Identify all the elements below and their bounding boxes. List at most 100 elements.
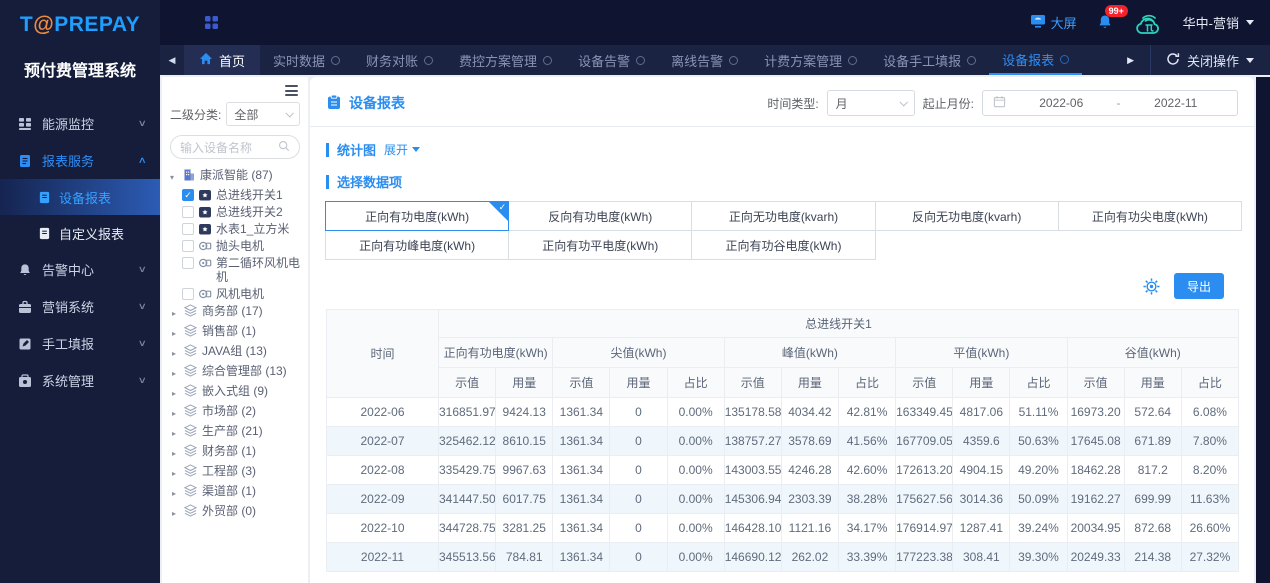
tree-dept-1[interactable]: ▸ 销售部 (1) bbox=[172, 324, 300, 341]
user-name: 华中-营销 bbox=[1182, 16, 1239, 31]
tab-6[interactable]: 设备手工填报 bbox=[870, 45, 989, 75]
data-item-btn-3[interactable]: 反向无功电度(kvarh) bbox=[874, 201, 1059, 231]
device-checkbox[interactable] bbox=[182, 223, 194, 235]
tab-3[interactable]: 设备告警 bbox=[565, 45, 658, 75]
tab-5[interactable]: 计费方案管理 bbox=[751, 45, 870, 75]
tree-device-1[interactable]: 总进线开关2 bbox=[182, 205, 300, 219]
device-search-input[interactable]: 输入设备名称 bbox=[170, 135, 300, 159]
tab-2[interactable]: 费控方案管理 bbox=[446, 45, 565, 75]
tab-1[interactable]: 财务对账 bbox=[353, 45, 446, 75]
chevron-down-icon bbox=[1246, 20, 1254, 25]
chart-section-title: 统计图 bbox=[337, 143, 377, 158]
tab-close-icon[interactable] bbox=[543, 55, 553, 65]
tab-close-icon[interactable] bbox=[848, 55, 858, 65]
device-checkbox[interactable] bbox=[182, 206, 194, 218]
big-screen-button[interactable]: 大屏 bbox=[1030, 13, 1077, 32]
tab-close-icon[interactable] bbox=[1060, 54, 1070, 64]
tab-4[interactable]: 离线告警 bbox=[658, 45, 751, 75]
layers-icon bbox=[184, 304, 198, 318]
tree-collapse-icon[interactable]: ▸ bbox=[172, 407, 180, 421]
collapse-panel-icon[interactable] bbox=[285, 85, 298, 96]
time-type-select[interactable]: 月 bbox=[826, 90, 915, 116]
table-cell: 872.68 bbox=[1123, 513, 1182, 543]
tree-collapse-icon[interactable]: ▸ bbox=[172, 507, 180, 521]
tabs-scroll-right-icon[interactable]: ▶ bbox=[1111, 45, 1150, 75]
tab-close-icon[interactable] bbox=[636, 55, 646, 65]
cloud-signal-icon[interactable] bbox=[1133, 10, 1163, 36]
tab-close-icon[interactable] bbox=[967, 55, 977, 65]
notification-bell-icon[interactable]: 99+ bbox=[1097, 5, 1128, 31]
tree-dept-3[interactable]: ▸ 综合管理部 (13) bbox=[172, 364, 300, 381]
user-menu[interactable]: 华中-营销 bbox=[1183, 13, 1254, 32]
tree-dept-9[interactable]: ▸ 渠道部 (1) bbox=[172, 484, 300, 501]
tree-collapse-icon[interactable]: ▸ bbox=[172, 447, 180, 461]
sidebar-item-4[interactable]: 手工填报 ∨ bbox=[0, 325, 160, 362]
device-checkbox[interactable]: ✓ bbox=[182, 189, 194, 201]
layers-icon bbox=[184, 324, 198, 338]
tree-device-2[interactable]: 水表1_立方米 bbox=[182, 222, 300, 236]
table-cell: 163349.45 bbox=[895, 397, 954, 427]
tree-collapse-icon[interactable]: ▸ bbox=[172, 427, 180, 441]
data-item-btn-5[interactable]: 正向有功峰电度(kWh) bbox=[325, 230, 510, 260]
tab-home[interactable]: 首页 bbox=[184, 45, 261, 75]
meter-icon bbox=[198, 188, 212, 202]
table-settings-gear-icon[interactable] bbox=[1143, 277, 1160, 295]
tree-collapse-icon[interactable]: ▸ bbox=[172, 387, 180, 401]
report-panel: 设备报表 时间类型: 月 起止月份: 2022-06 - 2022-11 统计图… bbox=[310, 77, 1254, 583]
sidebar-item-1[interactable]: 报表服务 ∧ bbox=[0, 142, 160, 179]
tab-close-icon[interactable] bbox=[729, 55, 739, 65]
data-item-btn-1[interactable]: 反向有功电度(kWh) bbox=[508, 201, 693, 231]
tab-0[interactable]: 实时数据 bbox=[260, 45, 353, 75]
tree-root[interactable]: ▾ 康派智能 (87) bbox=[170, 168, 300, 185]
sidebar-item-5[interactable]: 系统管理 ∨ bbox=[0, 362, 160, 399]
tree-collapse-icon[interactable]: ▸ bbox=[172, 487, 180, 501]
tab-7[interactable]: 设备报表 bbox=[989, 45, 1083, 75]
tree-collapse-icon[interactable]: ▸ bbox=[172, 467, 180, 481]
tree-device-5[interactable]: 风机电机 bbox=[182, 287, 300, 301]
tree-dept-2[interactable]: ▸ JAVA组 (13) bbox=[172, 344, 300, 361]
category-label: 二级分类: bbox=[170, 107, 222, 122]
data-item-btn-7[interactable]: 正向有功谷电度(kWh) bbox=[691, 230, 876, 260]
data-item-btn-4[interactable]: 正向有功尖电度(kWh) bbox=[1057, 201, 1242, 231]
tab-close-icon[interactable] bbox=[331, 55, 341, 65]
tree-device-0[interactable]: ✓ 总进线开关1 bbox=[182, 188, 300, 202]
tabs-scroll-left-icon[interactable]: ◀ bbox=[160, 45, 184, 75]
data-item-btn-0[interactable]: 正向有功电度(kWh) ✓ bbox=[325, 201, 510, 231]
close-operations-button[interactable]: 关闭操作 bbox=[1149, 45, 1270, 75]
device-checkbox[interactable] bbox=[182, 288, 194, 300]
sidebar-subitem-1-0[interactable]: 设备报表 bbox=[0, 179, 160, 215]
tree-collapse-icon[interactable]: ▸ bbox=[172, 347, 180, 361]
apps-grid-icon[interactable] bbox=[204, 15, 219, 30]
tree-collapse-icon[interactable]: ▸ bbox=[172, 367, 180, 381]
sidebar-subitem-1-1[interactable]: 自定义报表 bbox=[0, 215, 160, 251]
tree-dept-5[interactable]: ▸ 市场部 (2) bbox=[172, 404, 300, 421]
sidebar-item-0[interactable]: 能源监控 ∨ bbox=[0, 105, 160, 142]
tree-dept-0[interactable]: ▸ 商务部 (17) bbox=[172, 304, 300, 321]
tab-close-icon[interactable] bbox=[424, 55, 434, 65]
data-item-label: 正向无功电度(kvarh) bbox=[728, 209, 839, 224]
export-button[interactable]: 导出 bbox=[1173, 273, 1224, 299]
tree-dept-10[interactable]: ▸ 外贸部 (0) bbox=[172, 504, 300, 521]
tree-collapse-icon[interactable]: ▸ bbox=[172, 327, 180, 341]
tree-device-3[interactable]: 抛头电机 bbox=[182, 239, 300, 253]
data-item-btn-2[interactable]: 正向无功电度(kvarh) bbox=[691, 201, 876, 231]
month-range-picker[interactable]: 2022-06 - 2022-11 bbox=[982, 90, 1238, 116]
table-cell: 3281.25 bbox=[495, 513, 554, 543]
tree-dept-7[interactable]: ▸ 财务部 (1) bbox=[172, 444, 300, 461]
tree-expand-icon[interactable]: ▾ bbox=[170, 171, 178, 185]
tree-dept-8[interactable]: ▸ 工程部 (3) bbox=[172, 464, 300, 481]
category-select[interactable]: 全部 bbox=[226, 102, 300, 126]
chart-expand-toggle[interactable]: 展开 bbox=[384, 141, 421, 158]
tree-collapse-icon[interactable]: ▸ bbox=[172, 307, 180, 321]
sidebar-item-3[interactable]: 营销系统 ∨ bbox=[0, 288, 160, 325]
table-row-3: 2022-09 341447.50 6017.75 1361.34 0 0.00% 1453… bbox=[326, 484, 1240, 514]
device-checkbox[interactable] bbox=[182, 257, 194, 269]
tree-dept-6[interactable]: ▸ 生产部 (21) bbox=[172, 424, 300, 441]
brand-logo: T@PREPAY bbox=[19, 13, 141, 36]
data-item-btn-6[interactable]: 正向有功平电度(kWh) bbox=[508, 230, 693, 260]
table-cell: 572.64 bbox=[1123, 397, 1182, 427]
device-checkbox[interactable] bbox=[182, 240, 194, 252]
tree-dept-4[interactable]: ▸ 嵌入式组 (9) bbox=[172, 384, 300, 401]
tree-device-4[interactable]: 第二循环风机电机 bbox=[182, 256, 300, 284]
sidebar-item-2[interactable]: 告警中心 ∨ bbox=[0, 251, 160, 288]
